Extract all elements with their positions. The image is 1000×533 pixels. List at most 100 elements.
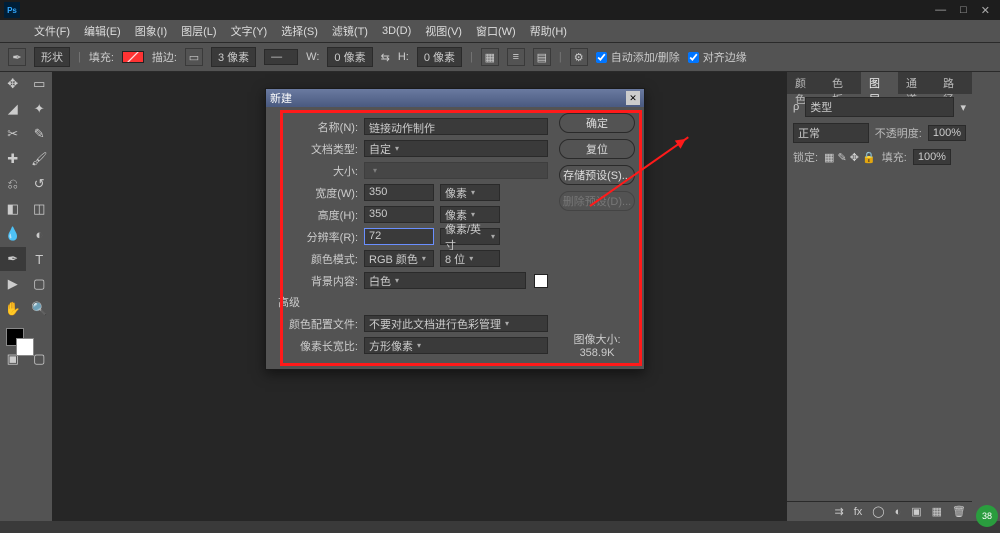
crop-tool[interactable]: ✂ [0,122,26,146]
menu-help[interactable]: 帮助(H) [530,23,567,39]
pixel-aspect-label: 像素长宽比: [274,338,364,354]
path-ops-icon[interactable]: ▦ [481,48,499,66]
brush-tool[interactable]: 🖌 [27,147,53,171]
menu-type[interactable]: 文字(Y) [231,23,268,39]
ps-logo: Ps [4,2,20,18]
marquee-tool[interactable]: ▭ [27,72,53,96]
fill-swatch[interactable] [122,51,144,63]
stroke-width[interactable]: 3 像素 [211,47,256,67]
bit-depth-select[interactable]: 8 位 [440,250,500,267]
eyedropper-tool[interactable]: ✎ [27,122,53,146]
path-select-tool[interactable]: ▶ [0,272,26,296]
preset-select[interactable]: 自定 [364,140,548,157]
width-unit-select[interactable]: 像素 [440,184,500,201]
blur-tool[interactable]: 💧 [0,222,26,246]
new-document-dialog: 新建 ✕ 名称(N):链接动作制作 文档类型:自定 大小: 宽度(W):350像… [265,88,645,370]
bg-contents-label: 背景内容: [274,273,364,289]
hand-tool[interactable]: ✋ [0,297,26,321]
menu-select[interactable]: 选择(S) [281,23,318,39]
status-bar [0,521,1000,533]
name-label: 名称(N): [274,119,364,135]
trash-icon[interactable]: 🗑 [952,505,966,518]
move-tool[interactable]: ✥ [0,72,26,96]
minimize-button[interactable]: — [935,4,946,17]
filter-kind-icon[interactable]: ρ [793,101,799,113]
wand-tool[interactable]: ✦ [27,97,53,121]
layer-kind-select[interactable]: 类型 [805,97,954,117]
ok-button[interactable]: 确定 [559,113,635,133]
close-button[interactable]: ✕ [981,4,990,17]
blend-mode-select[interactable]: 正常 [793,123,869,143]
gradient-tool[interactable]: ◫ [27,197,53,221]
zoom-tool[interactable]: 🔍 [27,297,53,321]
name-input[interactable]: 链接动作制作 [364,118,548,135]
opacity-field[interactable]: 100% [928,125,966,141]
arrange-icon[interactable]: ▤ [533,48,551,66]
resolution-unit-select[interactable]: 像素/英寸 [440,228,500,245]
history-brush-tool[interactable]: ↺ [27,172,53,196]
shape-tool[interactable]: ▢ [27,272,53,296]
stroke-swatch[interactable]: ▭ [185,48,203,66]
align-edges-checkbox[interactable]: 对齐边缘 [688,49,747,65]
lock-icons[interactable]: ▦ ✎ ✥ 🔒 [824,151,876,164]
tab-layers[interactable]: 图层 [861,72,898,94]
reset-button[interactable]: 复位 [559,139,635,159]
color-profile-select[interactable]: 不要对此文档进行色彩管理 [364,315,548,332]
link-layers-icon[interactable]: ⇉ [834,505,843,518]
eraser-tool[interactable]: ◧ [0,197,26,221]
color-profile-label: 颜色配置文件: [274,316,364,332]
menu-layer[interactable]: 图层(L) [181,23,216,39]
menu-3d[interactable]: 3D(D) [382,25,411,37]
dialog-titlebar[interactable]: 新建 ✕ [266,89,644,107]
height-label: 高度(H): [274,207,364,223]
fx-icon[interactable]: fx [854,506,863,518]
pixel-aspect-select[interactable]: 方形像素 [364,337,548,354]
menu-edit[interactable]: 编辑(E) [84,23,121,39]
shape-width[interactable]: 0 像素 [327,47,372,67]
panel-tabs: 颜色 色板 图层 通道 路径 [787,72,972,94]
opacity-label: 不透明度: [875,125,922,141]
menu-file[interactable]: 文件(F) [34,23,70,39]
fill-opacity-field[interactable]: 100% [913,149,951,165]
heal-tool[interactable]: ✚ [0,147,26,171]
stamp-tool[interactable]: ⎌ [0,172,26,196]
gear-icon[interactable]: ⚙ [570,48,588,66]
advanced-heading: 高级 [274,294,306,310]
color-mode-select[interactable]: RGB 颜色 [364,250,434,267]
dodge-tool[interactable]: ◐ [27,222,53,246]
auto-add-delete-checkbox[interactable]: 自动添加/删除 [596,49,680,65]
fg-bg-swatch[interactable] [0,322,52,358]
width-input[interactable]: 350 [364,184,434,201]
tab-swatches[interactable]: 色板 [824,72,861,94]
pen-tool-icon[interactable]: ✒ [8,48,26,66]
image-size-label: 图像大小: [573,331,620,347]
corner-sticker: 38 [976,505,998,527]
pen-tool[interactable]: ✒ [0,247,26,271]
type-tool[interactable]: T [27,247,53,271]
bg-contents-select[interactable]: 白色 [364,272,526,289]
resolution-input[interactable]: 72 [364,228,434,245]
menu-image[interactable]: 图象(I) [135,23,167,39]
image-size-value: 358.9K [573,347,620,359]
lasso-tool[interactable]: ◢ [0,97,26,121]
stroke-style[interactable]: — [264,49,298,65]
dialog-close-icon[interactable]: ✕ [626,91,640,105]
new-layer-icon[interactable]: ▦ [932,505,942,518]
tab-paths[interactable]: 路径 [935,72,972,94]
adjustment-icon[interactable]: ◐ [895,506,902,518]
shape-height[interactable]: 0 像素 [417,47,462,67]
align-icon[interactable]: ≡ [507,48,525,66]
menu-filter[interactable]: 滤镜(T) [332,23,368,39]
group-icon[interactable]: ▣ [911,505,921,518]
height-input[interactable]: 350 [364,206,434,223]
tool-mode-select[interactable]: 形状 [34,47,70,67]
collapsed-panel-well[interactable] [972,72,1000,521]
mask-icon[interactable]: ◯ [872,505,884,518]
maximize-button[interactable]: □ [960,4,967,17]
bg-color-swatch[interactable] [534,274,548,288]
link-wh-icon[interactable]: ⇆ [381,51,390,64]
tab-channels[interactable]: 通道 [898,72,935,94]
menu-view[interactable]: 视图(V) [425,23,462,39]
menu-window[interactable]: 窗口(W) [476,23,516,39]
tab-color[interactable]: 颜色 [787,72,824,94]
